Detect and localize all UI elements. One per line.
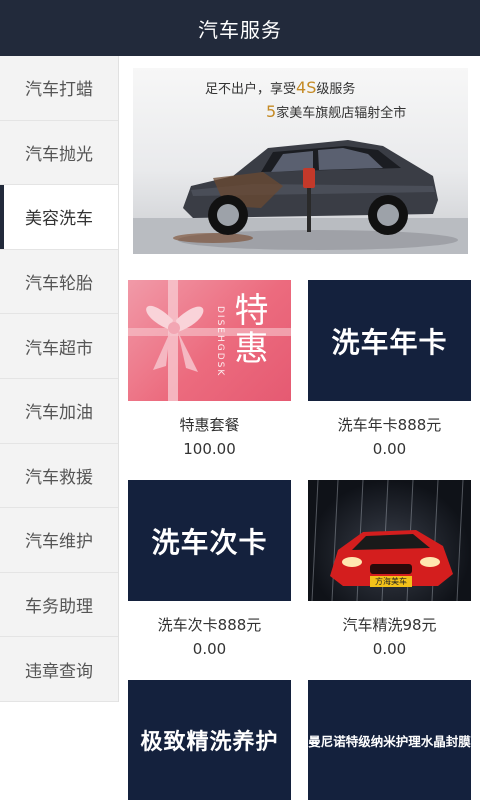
- card-image-text: 曼尼诺特级纳米护理水晶封膜: [308, 733, 471, 749]
- product-title[interactable]: 汽车精洗98元: [308, 614, 471, 635]
- license-plate-text: 方海美车: [375, 577, 407, 586]
- sidebar-item-label: 汽车超市: [25, 338, 93, 359]
- product-price: 0.00: [372, 440, 407, 458]
- banner-subline: 5家美车旗舰店辐射全市: [266, 102, 406, 121]
- product-image-annual-card[interactable]: 洗车年卡: [308, 280, 471, 401]
- product-image-special-offer[interactable]: DISEHGDSK 特惠: [128, 280, 291, 401]
- card-image-text: 极致精洗养护: [140, 730, 279, 755]
- banner-text: 级服务: [316, 82, 356, 97]
- sidebar-item-rescue[interactable]: 汽车救援: [0, 443, 118, 509]
- sidebar-item-violation-query[interactable]: 违章查询: [0, 637, 118, 702]
- product-image-deep-wash-care[interactable]: 极致精洗养护: [128, 680, 291, 800]
- sidebar-item-label: 汽车打蜡: [25, 80, 93, 101]
- card-image-text: 洗车次卡: [151, 525, 268, 559]
- sidebar-item-label: 汽车救援: [25, 467, 93, 488]
- product-image-pay-per-use-card[interactable]: 洗车次卡: [128, 480, 291, 601]
- header-bar: 汽车服务: [0, 0, 480, 56]
- sidebar-item-label: 汽车维护: [25, 532, 93, 553]
- sidebar-item-label: 违章查询: [25, 661, 93, 682]
- special-offer-text: 特惠: [228, 292, 268, 368]
- banner-highlight: 4S: [296, 78, 317, 97]
- banner-text: 足不出户，享受: [205, 82, 297, 97]
- page-title: 汽车服务: [198, 17, 282, 42]
- sidebar-item-label: 美容洗车: [25, 209, 93, 230]
- card-image-text: 洗车年卡: [331, 325, 448, 359]
- product-image-red-sports-car[interactable]: 方海美车: [308, 480, 471, 601]
- banner-highlight: 5: [266, 102, 277, 121]
- product-price: 100.00: [183, 440, 236, 458]
- product-title[interactable]: 洗车年卡888元: [308, 414, 471, 435]
- banner-text: 家美车旗舰店辐射全市: [276, 106, 407, 121]
- sidebar-item-assistant[interactable]: 车务助理: [0, 572, 118, 638]
- sidebar-item-waxing[interactable]: 汽车打蜡: [0, 56, 118, 121]
- sidebar-item-supermarket[interactable]: 汽车超市: [0, 314, 118, 379]
- category-sidebar: 汽车打蜡 汽车抛光 美容洗车 汽车轮胎 汽车超市 汽车加油 汽车救援 汽车维护 …: [0, 56, 119, 702]
- product-price: 0.00: [192, 640, 227, 658]
- sidebar-item-label: 车务助理: [25, 597, 93, 618]
- product-title[interactable]: 洗车次卡888元: [128, 614, 291, 635]
- sidebar-item-maintenance[interactable]: 汽车维护: [0, 508, 118, 573]
- sidebar-item-tires[interactable]: 汽车轮胎: [0, 249, 118, 315]
- sidebar-item-label: 汽车抛光: [25, 144, 93, 165]
- sidebar-item-polishing[interactable]: 汽车抛光: [0, 120, 118, 186]
- sidebar-item-label: 汽车轮胎: [25, 274, 93, 295]
- sidebar-item-car-wash[interactable]: 美容洗车: [0, 185, 118, 250]
- product-price: 0.00: [372, 640, 407, 658]
- product-image-nano-crystal-coating[interactable]: 曼尼诺特级纳米护理水晶封膜: [308, 680, 471, 800]
- product-title[interactable]: 特惠套餐: [128, 414, 291, 435]
- sidebar-item-label: 汽车加油: [25, 403, 93, 424]
- banner-headline: 足不出户，享受4S级服务: [205, 78, 355, 97]
- promo-banner[interactable]: 足不出户，享受4S级服务 5家美车旗舰店辐射全市: [133, 68, 468, 254]
- sidebar-item-refuel[interactable]: 汽车加油: [0, 378, 118, 444]
